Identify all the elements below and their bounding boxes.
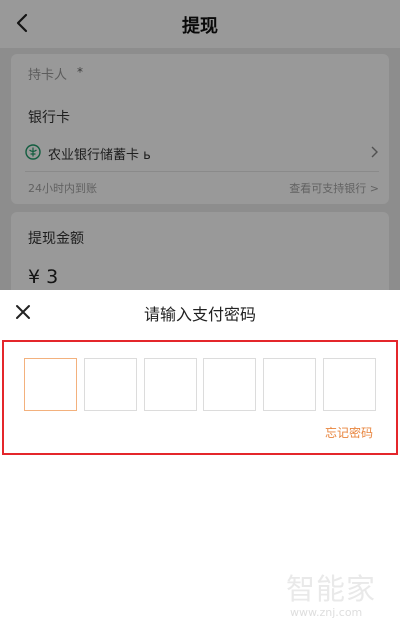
pin-input[interactable] xyxy=(24,358,376,412)
watermark-logo: 智能家 xyxy=(286,572,377,606)
modal-overlay[interactable] xyxy=(0,0,400,290)
pin-box-1[interactable] xyxy=(24,358,77,411)
forgot-password-link[interactable]: 忘记密码 xyxy=(325,424,373,441)
pin-box-5[interactable] xyxy=(263,358,316,411)
page: 提现 持卡人 * 银行卡 农业银行储蓄卡 ь 24小时内到账 查看可支持银行 >… xyxy=(0,0,400,633)
pin-box-6[interactable] xyxy=(323,358,376,411)
sheet-title: 请输入支付密码 xyxy=(143,305,256,324)
pin-box-2[interactable] xyxy=(84,358,137,411)
pin-box-4[interactable] xyxy=(203,358,256,411)
pin-box-3[interactable] xyxy=(144,358,197,411)
watermark: 智能家 www.znj.com xyxy=(282,566,392,628)
watermark-url: www.znj.com xyxy=(290,606,363,619)
